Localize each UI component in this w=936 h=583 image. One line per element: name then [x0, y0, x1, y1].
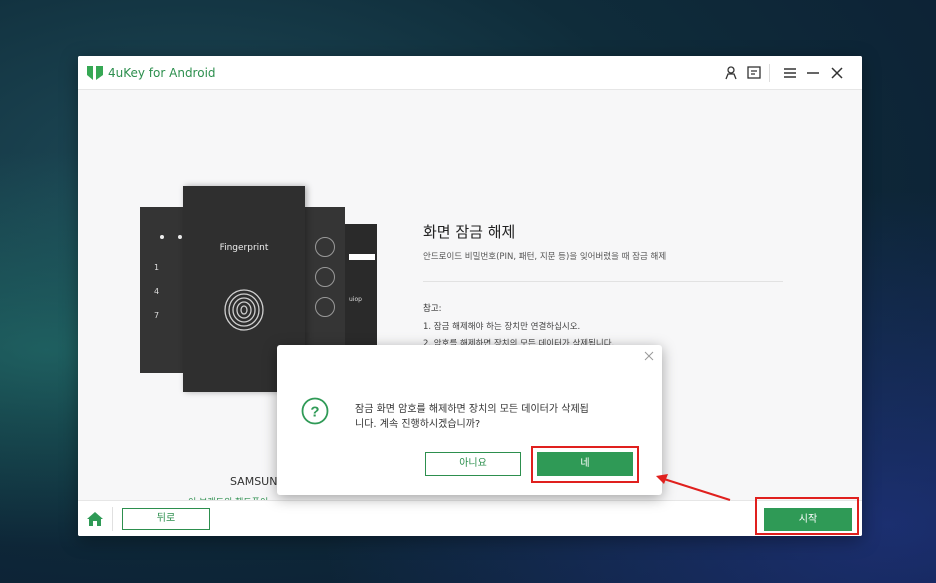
yes-highlight-box — [531, 446, 639, 483]
svg-text:?: ? — [310, 404, 319, 421]
pin-dot — [178, 235, 182, 239]
no-button[interactable]: 아니요 — [425, 452, 521, 476]
pin-dot — [160, 235, 164, 239]
close-icon[interactable] — [829, 65, 845, 81]
dialog-message-line: 니다. 계속 진행하시겠습니까? — [355, 419, 481, 430]
question-icon: ? — [301, 397, 329, 425]
dialog-close-icon[interactable] — [642, 349, 656, 363]
divider — [423, 281, 783, 282]
titlebar-separator — [769, 64, 770, 82]
keypad-key: 4 — [154, 287, 160, 296]
device-label: SAMSUN — [230, 475, 278, 488]
home-icon[interactable] — [86, 511, 104, 527]
pattern-dot — [315, 297, 335, 317]
keypad-key: 7 — [154, 311, 160, 320]
start-highlight-box — [755, 497, 859, 535]
keyboard-row-text: uiop — [349, 296, 362, 303]
title-bar: 4uKey for Android — [78, 56, 862, 90]
fingerprint-label: Fingerprint — [219, 243, 269, 253]
menu-icon[interactable] — [782, 65, 798, 81]
dialog-message: 잠금 화면 암호를 해제하면 장치의 모든 데이터가 삭제됩 니다. 계속 진행… — [355, 402, 645, 432]
page-subtitle: 안드로이드 비밀번호(PIN, 패턴, 지문 등)을 잊어버렸을 때 잠금 해제 — [423, 252, 667, 262]
pattern-dot — [315, 267, 335, 287]
annotation-arrow-icon — [656, 474, 731, 501]
footer-bar: 뒤로 시작 — [78, 500, 862, 536]
back-button[interactable]: 뒤로 — [122, 508, 210, 530]
dialog-message-line: 잠금 화면 암호를 해제하면 장치의 모든 데이터가 삭제됩 — [355, 404, 589, 415]
phone-pattern-preview: uiop — [345, 224, 377, 364]
footer-separator — [112, 507, 113, 531]
app-logo-icon — [87, 66, 103, 80]
fingerprint-icon — [224, 289, 264, 331]
note-label: 참고: — [423, 304, 442, 314]
page-title: 화면 잠금 해제 — [423, 223, 516, 241]
user-icon[interactable] — [723, 65, 739, 81]
keypad-key: 1 — [154, 263, 160, 272]
phone-pin: 1 4 7 — [140, 207, 186, 373]
app-title: 4uKey for Android — [108, 66, 216, 80]
pattern-dot — [315, 237, 335, 257]
minimize-icon[interactable] — [805, 65, 821, 81]
password-field-preview — [349, 254, 375, 260]
note-item: 1. 잠금 해제해야 하는 장치만 연결하십시오. — [423, 322, 581, 332]
feedback-icon[interactable] — [746, 65, 762, 81]
